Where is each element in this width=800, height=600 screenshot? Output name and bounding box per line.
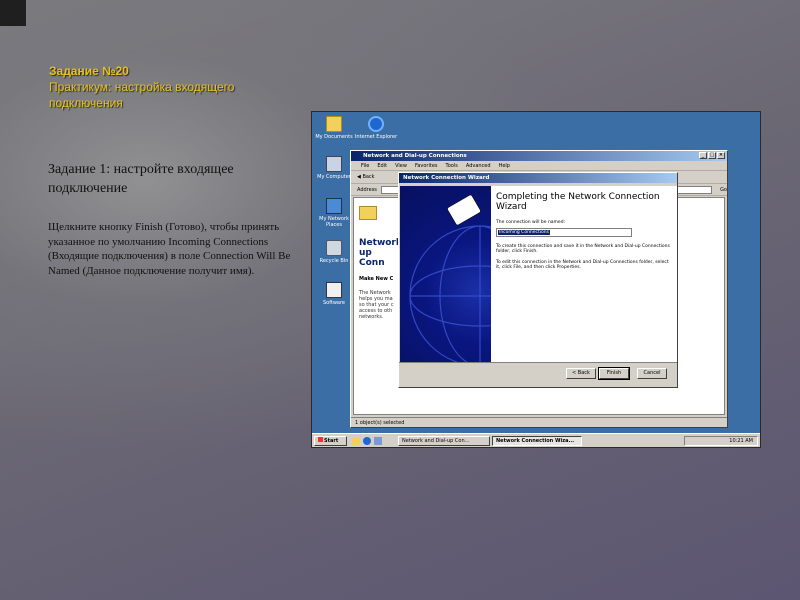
pane-subtitle: Make New C bbox=[359, 276, 394, 282]
slide-title-line1: Задание №20 bbox=[49, 64, 129, 78]
menu-help[interactable]: Help bbox=[499, 161, 510, 170]
menu-file[interactable]: File bbox=[361, 161, 369, 170]
menu-tools[interactable]: Tools bbox=[446, 161, 458, 170]
computer-icon bbox=[326, 156, 342, 172]
task-connection-wizard[interactable]: Network Connection Wiza... bbox=[492, 436, 582, 446]
outlook-quicklaunch-icon[interactable] bbox=[374, 437, 382, 445]
software-icon bbox=[326, 282, 342, 298]
maximize-button[interactable]: □ bbox=[708, 152, 716, 159]
desktop-icon-label: My Documents bbox=[315, 134, 353, 140]
minimize-button[interactable]: _ bbox=[699, 152, 707, 159]
close-button[interactable]: × bbox=[717, 152, 725, 159]
desktop-icon-label: Recycle Bin bbox=[319, 258, 349, 264]
slide-heading: Задание 1: настройте входящее подключени… bbox=[48, 162, 234, 196]
wizard-separator bbox=[399, 362, 677, 363]
slide-title: Задание №20 Практикум: настройка входяще… bbox=[49, 63, 299, 111]
menu-advanced[interactable]: Advanced bbox=[466, 161, 491, 170]
wizard-heading: Completing the Network Connection Wizard bbox=[496, 192, 660, 212]
desktop-icon-label: My Network Places bbox=[319, 216, 349, 228]
menu-view[interactable]: View bbox=[395, 161, 407, 170]
connection-name-label: The connection will be named: bbox=[496, 220, 566, 225]
network-folder-icon bbox=[359, 206, 377, 220]
pane-description: The Network helps you ma so that your c … bbox=[359, 290, 394, 320]
folder-icon bbox=[326, 116, 342, 132]
address-label: Address bbox=[357, 186, 377, 193]
pane-title: Network up Conn bbox=[359, 238, 402, 268]
start-button[interactable]: Start bbox=[314, 436, 347, 446]
explorer-menubar: File Edit View Favorites Tools Advanced … bbox=[351, 161, 727, 171]
wizard-title: Network Connection Wizard bbox=[403, 175, 490, 181]
clock: 10:21 AM bbox=[729, 438, 753, 444]
show-desktop-icon[interactable] bbox=[352, 437, 360, 445]
wizard-paragraph-edit: To edit this connection in the Network a… bbox=[496, 259, 669, 271]
desktop-icon-label: Internet Explorer bbox=[354, 134, 398, 140]
finish-button[interactable]: Finish bbox=[598, 367, 630, 380]
wizard-titlebar[interactable]: Network Connection Wizard bbox=[399, 173, 677, 183]
desktop-icon-my-documents[interactable]: My Documents bbox=[312, 116, 356, 140]
wizard-paragraph-finish: To create this connection and save it in… bbox=[496, 243, 670, 255]
slide-body-text: Щелкните кнопку Finish (Готово), чтобы п… bbox=[48, 221, 291, 277]
start-label: Start bbox=[324, 438, 339, 444]
back-button[interactable]: < Back bbox=[566, 368, 596, 379]
wizard-globe-art bbox=[400, 186, 491, 362]
desktop-icon-internet-explorer[interactable]: Internet Explorer bbox=[354, 116, 398, 140]
connection-name-input[interactable]: Incoming Connections bbox=[496, 227, 632, 237]
system-tray: 10:21 AM bbox=[684, 436, 758, 446]
windows-screenshot: My Documents Internet Explorer My Comput… bbox=[311, 111, 761, 448]
wizard-content: Completing the Network Connection Wizard… bbox=[491, 186, 677, 362]
taskbar: Start Network and Dial-up Con... Network… bbox=[312, 433, 760, 447]
back-button[interactable]: Back bbox=[362, 174, 374, 180]
cancel-button[interactable]: Cancel bbox=[637, 368, 667, 379]
windows-logo-icon bbox=[318, 437, 323, 442]
slide-title-line2: Практикум: настройка входящего подключен… bbox=[49, 80, 235, 110]
task-network-connections[interactable]: Network and Dial-up Con... bbox=[398, 436, 490, 446]
connection-name-value: Incoming Connections bbox=[498, 229, 550, 235]
network-connection-wizard: Network Connection Wizard Completing the… bbox=[398, 172, 678, 388]
explorer-left-pane: Network up Conn Make New C The Network he… bbox=[359, 206, 402, 320]
explorer-titlebar[interactable]: Network and Dial-up Connections _ □ × bbox=[351, 151, 727, 161]
network-icon bbox=[326, 198, 342, 214]
ie-quicklaunch-icon[interactable] bbox=[363, 437, 371, 445]
ie-icon bbox=[368, 116, 384, 132]
wizard-button-row: < Back Finish Cancel bbox=[566, 367, 667, 380]
desktop-icon-label: My Computer bbox=[317, 174, 351, 180]
recycle-bin-icon bbox=[326, 240, 342, 256]
status-bar: 1 object(s) selected bbox=[351, 417, 727, 427]
explorer-title: Network and Dial-up Connections bbox=[363, 153, 467, 159]
desktop-icon-label: Software bbox=[322, 300, 346, 306]
menu-favorites[interactable]: Favorites bbox=[415, 161, 438, 170]
quick-launch bbox=[352, 437, 382, 445]
slide-corner-decor bbox=[0, 0, 26, 26]
menu-edit[interactable]: Edit bbox=[377, 161, 387, 170]
go-button[interactable]: Go bbox=[720, 184, 727, 196]
